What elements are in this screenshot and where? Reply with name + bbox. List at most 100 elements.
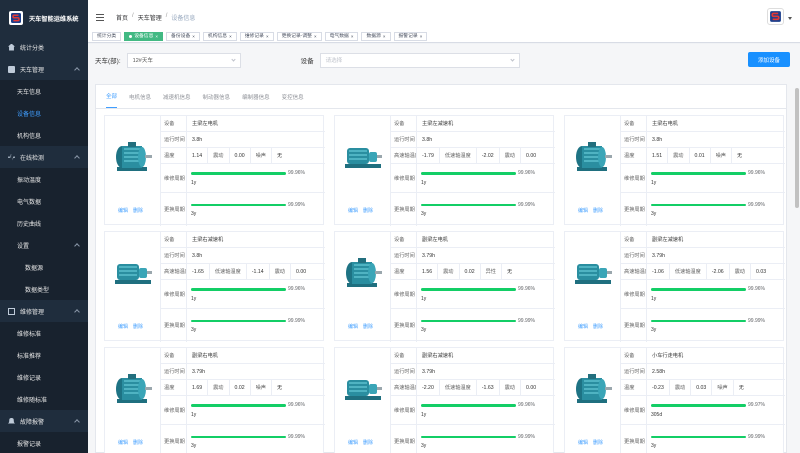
delete-link[interactable]: 删除 bbox=[133, 323, 143, 330]
close-icon[interactable]: × bbox=[229, 33, 232, 40]
edit-link[interactable]: 编辑 bbox=[118, 207, 128, 214]
device-select[interactable]: 请选择 bbox=[319, 52, 520, 68]
tag-item[interactable]: 报警记录 × bbox=[393, 31, 428, 41]
progress-fill bbox=[421, 319, 516, 323]
device-image-cell: 编辑 删除 bbox=[565, 116, 621, 226]
device-info-grid: 设备 主梁右电机 运行时间 3.8h 温度 1.51 震动 0.01 噪声无维修周期 99.96%… bbox=[621, 116, 785, 226]
close-icon[interactable]: × bbox=[383, 33, 386, 40]
tag-item[interactable]: 更换记录-调整 × bbox=[276, 31, 322, 41]
delete-link[interactable]: 删除 bbox=[593, 439, 603, 446]
maintenance-row: 维修周期 99.96% 1y bbox=[161, 280, 325, 309]
edit-link[interactable]: 编辑 bbox=[118, 439, 128, 446]
maintenance-row: 维修周期 99.97% 305d bbox=[621, 396, 785, 425]
sidebar-item[interactable]: 历史曲线 bbox=[0, 212, 88, 234]
sidebar-item[interactable]: 天车信息 bbox=[0, 80, 88, 102]
edit-link[interactable]: 编辑 bbox=[348, 439, 358, 446]
tab-item[interactable]: 全部 bbox=[106, 92, 118, 108]
sidebar-item[interactable]: 天车管理 bbox=[0, 58, 88, 80]
edit-link[interactable]: 编辑 bbox=[118, 323, 128, 330]
sidebar-item[interactable]: 维修记录 bbox=[0, 366, 88, 388]
tag-item[interactable]: 维修记录 × bbox=[239, 31, 274, 41]
progress-bar bbox=[651, 203, 746, 207]
low-speed-temp-value: -1.14 bbox=[247, 264, 270, 279]
runtime-value: 3.8h bbox=[192, 136, 203, 143]
sensor-row: 高速轴温度-1.65低速轴温度-1.14震动 0.00 bbox=[161, 264, 325, 280]
delete-link[interactable]: 删除 bbox=[363, 439, 373, 446]
progress-group: 99.97% 305d bbox=[651, 402, 779, 418]
breadcrumb-section[interactable]: 天车管理 bbox=[138, 13, 162, 22]
close-icon[interactable]: × bbox=[155, 33, 158, 40]
delete-link[interactable]: 删除 bbox=[593, 323, 603, 330]
breadcrumb-current: 设备信息 bbox=[171, 16, 196, 22]
tag-label: 维修记录 bbox=[244, 33, 264, 39]
tag-item[interactable]: 统计分类 bbox=[92, 31, 122, 41]
edit-link[interactable]: 编辑 bbox=[348, 323, 358, 330]
close-icon[interactable]: × bbox=[192, 33, 195, 40]
sidebar-item[interactable]: 维修管理 bbox=[0, 300, 88, 322]
breadcrumb-home[interactable]: 首页 bbox=[116, 13, 128, 22]
sidebar-item[interactable]: 机构信息 bbox=[0, 124, 88, 146]
tab-item[interactable]: 编制器信息 bbox=[242, 93, 270, 108]
edit-link[interactable]: 编辑 bbox=[578, 323, 588, 330]
tag-item[interactable]: 电气数据 × bbox=[324, 31, 359, 41]
sidebar-item[interactable]: 振动温度 bbox=[0, 168, 88, 190]
tab-item[interactable]: 电机信息 bbox=[129, 93, 151, 108]
chevron-icon bbox=[74, 419, 80, 425]
scrollbar[interactable] bbox=[795, 88, 799, 208]
tab-item[interactable]: 减速机信息 bbox=[163, 93, 191, 108]
progress-fill bbox=[421, 404, 516, 407]
sidebar-item[interactable]: 维修标准 bbox=[0, 322, 88, 344]
tag-item[interactable]: 机构信息 × bbox=[202, 31, 237, 41]
device-label: 设备 bbox=[391, 116, 417, 131]
tag-item[interactable]: 设备信息 × bbox=[124, 31, 164, 41]
maintenance-row: 维修周期 99.96% 1y bbox=[391, 164, 555, 193]
sidebar-item[interactable]: 数据源 bbox=[0, 256, 88, 278]
close-icon[interactable]: × bbox=[420, 33, 423, 40]
delete-link[interactable]: 删除 bbox=[363, 323, 373, 330]
progress-group: 99.96% 1y bbox=[421, 170, 549, 186]
sidebar-item[interactable]: 设备信息 bbox=[0, 102, 88, 124]
delete-link[interactable]: 删除 bbox=[133, 439, 143, 446]
hamburger-icon[interactable] bbox=[96, 14, 104, 21]
close-icon[interactable]: × bbox=[266, 33, 269, 40]
progress-fill bbox=[421, 203, 516, 207]
sidebar-item-label: 数据源 bbox=[25, 265, 44, 272]
delete-link[interactable]: 删除 bbox=[363, 207, 373, 214]
crane-select[interactable]: 12#天车 bbox=[126, 52, 241, 68]
replacement-row: 更换周期 99.99% 3y bbox=[621, 425, 785, 453]
sidebar-item[interactable]: 电气数据 bbox=[0, 190, 88, 212]
device-name: 主梁右减速机 bbox=[192, 237, 224, 243]
sidebar-item[interactable]: 报警记录 bbox=[0, 432, 88, 453]
progress-bar bbox=[651, 319, 746, 323]
progress-fill bbox=[421, 288, 516, 291]
sidebar-item[interactable]: 统计分类 bbox=[0, 36, 88, 58]
edit-link[interactable]: 编辑 bbox=[578, 439, 588, 446]
maintenance-row: 维修周期 99.96% 1y bbox=[621, 280, 785, 309]
sidebar-item[interactable]: 在线检测 bbox=[0, 146, 88, 168]
tag-item[interactable]: 数据源 × bbox=[361, 31, 391, 41]
sidebar-item[interactable]: 标准推荐 bbox=[0, 344, 88, 366]
device-name: 小车行走电机 bbox=[652, 353, 684, 359]
caret-down-icon[interactable] bbox=[788, 17, 792, 20]
tab-item[interactable]: 变控信息 bbox=[282, 93, 304, 108]
maintenance-label: 维修周期 bbox=[391, 164, 417, 192]
progress-bar bbox=[651, 288, 746, 291]
sidebar-item[interactable]: 数据类型 bbox=[0, 278, 88, 300]
edit-link[interactable]: 编辑 bbox=[578, 207, 588, 214]
progress-percent: 99.96% bbox=[748, 170, 765, 177]
delete-link[interactable]: 删除 bbox=[593, 207, 603, 214]
add-device-button[interactable]: 添加设备 bbox=[748, 52, 790, 67]
delete-link[interactable]: 删除 bbox=[133, 207, 143, 214]
avatar[interactable] bbox=[767, 8, 784, 25]
edit-link[interactable]: 编辑 bbox=[348, 207, 358, 214]
close-icon[interactable]: × bbox=[351, 33, 354, 40]
sidebar-item[interactable]: 设置 bbox=[0, 234, 88, 256]
low-speed-temp-value: -2.02 bbox=[477, 148, 500, 163]
device-name-row: 设备 主梁左电机 bbox=[161, 116, 325, 132]
tag-item[interactable]: 备份设备 × bbox=[166, 31, 200, 41]
close-icon[interactable]: × bbox=[314, 33, 317, 40]
temperature-label: 高速轴温度 bbox=[161, 264, 187, 279]
sidebar-item[interactable]: 故障报警 bbox=[0, 410, 88, 432]
tab-item[interactable]: 制动器信息 bbox=[203, 93, 231, 108]
sidebar-item[interactable]: 维修随标准 bbox=[0, 388, 88, 410]
